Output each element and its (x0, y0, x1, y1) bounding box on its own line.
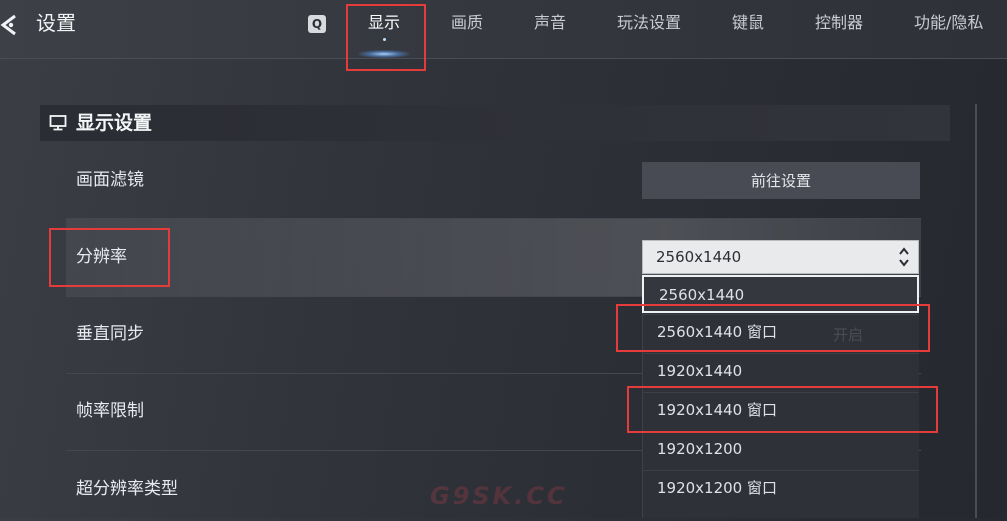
resolution-option[interactable]: 1920x1200 窗口 (642, 470, 919, 508)
active-tab-indicator (358, 50, 410, 58)
scrollbar-track[interactable] (975, 104, 977, 518)
monitor-icon (49, 115, 67, 131)
upscaling-type-label: 超分辨率类型 (76, 479, 178, 499)
watermark: G9SK.CC (430, 482, 568, 510)
vsync-label: 垂直同步 (76, 324, 144, 344)
select-updown-arrows-icon (899, 247, 909, 267)
resolution-option-label: 2560x1440 窗口 (657, 323, 777, 341)
filter-goto-settings-button[interactable]: 前往设置 (642, 162, 920, 199)
tab-sound[interactable]: 声音 (534, 11, 566, 35)
resolution-option[interactable]: 2560x1440 (642, 275, 919, 313)
resolution-option[interactable]: 1920x1440 (642, 353, 919, 391)
tab-keyboard-mouse[interactable]: 键鼠 (732, 11, 764, 35)
resolution-option[interactable]: 1920x1200 (642, 431, 919, 469)
resolution-option[interactable]: 2560x1440 窗口 (642, 314, 919, 352)
tab-graphics[interactable]: 画质 (451, 11, 483, 35)
resolution-option-label: 1920x1200 窗口 (657, 479, 777, 497)
resolution-option-label: 1920x1440 (657, 362, 743, 380)
tab-controller[interactable]: 控制器 (815, 11, 863, 35)
section-header (40, 105, 950, 141)
resolution-option-label: 1920x1440 窗口 (657, 401, 777, 419)
resolution-select[interactable]: 2560x1440 (642, 240, 919, 274)
tab-function-privacy[interactable]: 功能/隐私 (914, 11, 983, 35)
filter-label: 画面滤镜 (76, 170, 144, 190)
section-title: 显示设置 (76, 112, 153, 134)
active-tab-sparkle (383, 38, 386, 41)
resolution-option[interactable]: 1920x1440 窗口 (642, 392, 919, 430)
tab-gameplay[interactable]: 玩法设置 (617, 11, 681, 35)
resolution-label: 分辨率 (76, 247, 127, 267)
resolution-option-label: 2560x1440 (659, 286, 745, 304)
resolution-option-label: 1920x1200 (657, 440, 743, 458)
back-icon[interactable] (0, 12, 20, 38)
resolution-select-value: 2560x1440 (656, 248, 742, 266)
page-title: 设置 (36, 11, 76, 35)
hotkey-q-icon: Q (308, 15, 326, 33)
tab-display[interactable]: 显示 (368, 11, 400, 35)
framerate-label: 帧率限制 (76, 401, 144, 421)
